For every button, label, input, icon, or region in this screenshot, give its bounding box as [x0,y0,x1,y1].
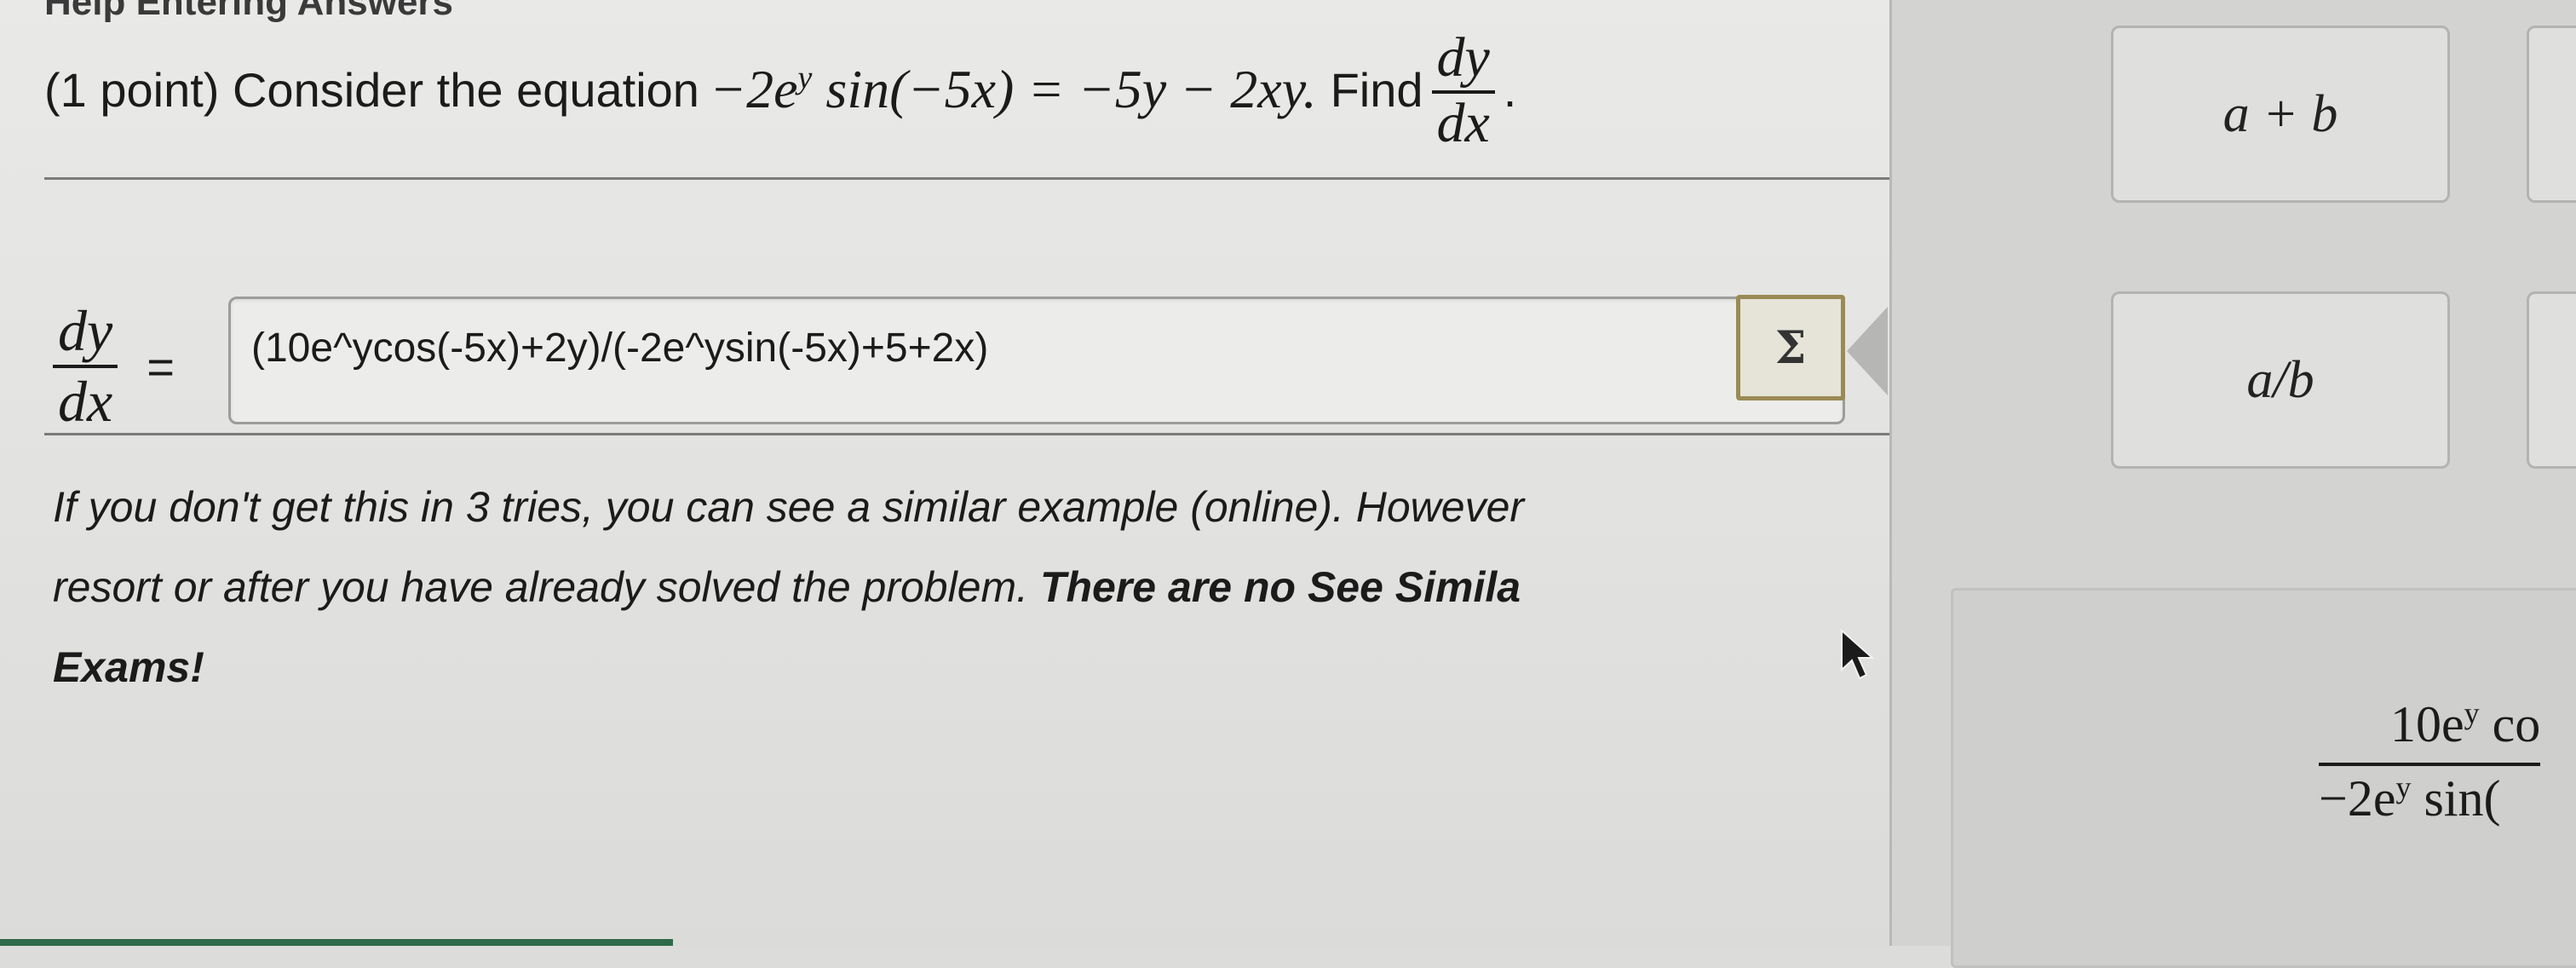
palette-button-sum-label: a + b [2222,84,2338,143]
answer-label: dy dx [53,297,118,435]
question-statement: (1 point) Consider the equation −2ey sin… [44,26,1516,153]
question-equation: −2ey sin(−5x) = −5y − 2xy. [710,58,1317,121]
equation-coefficient: −2e [709,59,798,119]
submit-bar-edge [0,939,673,946]
preview-num-exp: y [2464,696,2480,730]
mouse-pointer-icon [1841,629,1875,680]
equation-editor-button[interactable]: Σ [1736,295,1845,400]
sigma-icon: Σ [1774,321,1807,374]
help-entering-answers-link[interactable]: Help Entering Answers [44,0,453,24]
derivative-denominator: dx [1431,90,1495,153]
question-derivative: dy dx [1431,26,1495,153]
equation-exponent: y [797,60,813,96]
question-period: . [1503,62,1517,117]
derivative-numerator: dy [1436,26,1490,89]
palette-button-sum[interactable]: a + b [2111,26,2450,203]
preview-den-coef: −2e [2319,770,2396,827]
answer-row: dy dx = [44,281,197,452]
question-lead: (1 point) Consider the equation [44,62,699,117]
palette-button-fraction-label: a/b [2246,350,2314,409]
note-line-2: resort or after you have already solved … [53,547,1889,627]
note-line-3: Exams! [53,627,1889,707]
preview-den-rest: sin( [2424,770,2501,827]
answer-input[interactable]: (10e^ycos(-5x)+2y)/(-2e^ysin(-5x)+5+2x) [228,297,1845,424]
preview-numerator: 10ey co [2319,695,2540,754]
answer-equals: = [147,339,175,394]
popover-pointer [1847,307,1888,395]
note-line-2-text: resort or after you have already solved … [53,563,1029,611]
note-line-1: If you don't get this in 3 tries, you ca… [53,483,1525,531]
answer-divider [44,433,1889,435]
palette-button-partial[interactable] [2527,291,2576,469]
question-find: Find [1330,62,1423,117]
preview-num-coef: 10e [2390,696,2464,752]
palette-button-fraction[interactable]: a/b [2111,291,2450,469]
note-line-2-bold: There are no See Simila [1039,563,1521,611]
preview-den-exp: y [2395,770,2412,804]
preview-denominator: −2ey sin( [2319,763,2541,828]
preview-num-rest: co [2492,696,2541,752]
answer-preview-fraction: 10ey co −2ey sin( [2319,695,2541,828]
answer-label-denominator: dx [53,365,118,435]
answer-label-numerator: dy [58,298,113,363]
similar-example-note: If you don't get this in 3 tries, you ca… [53,467,1889,707]
palette-button-partial[interactable] [2527,26,2576,203]
note-line-3-bold: Exams! [53,643,204,691]
question-divider [44,177,1889,180]
equation-rest: sin(−5x) = −5y − 2xy. [825,59,1317,119]
